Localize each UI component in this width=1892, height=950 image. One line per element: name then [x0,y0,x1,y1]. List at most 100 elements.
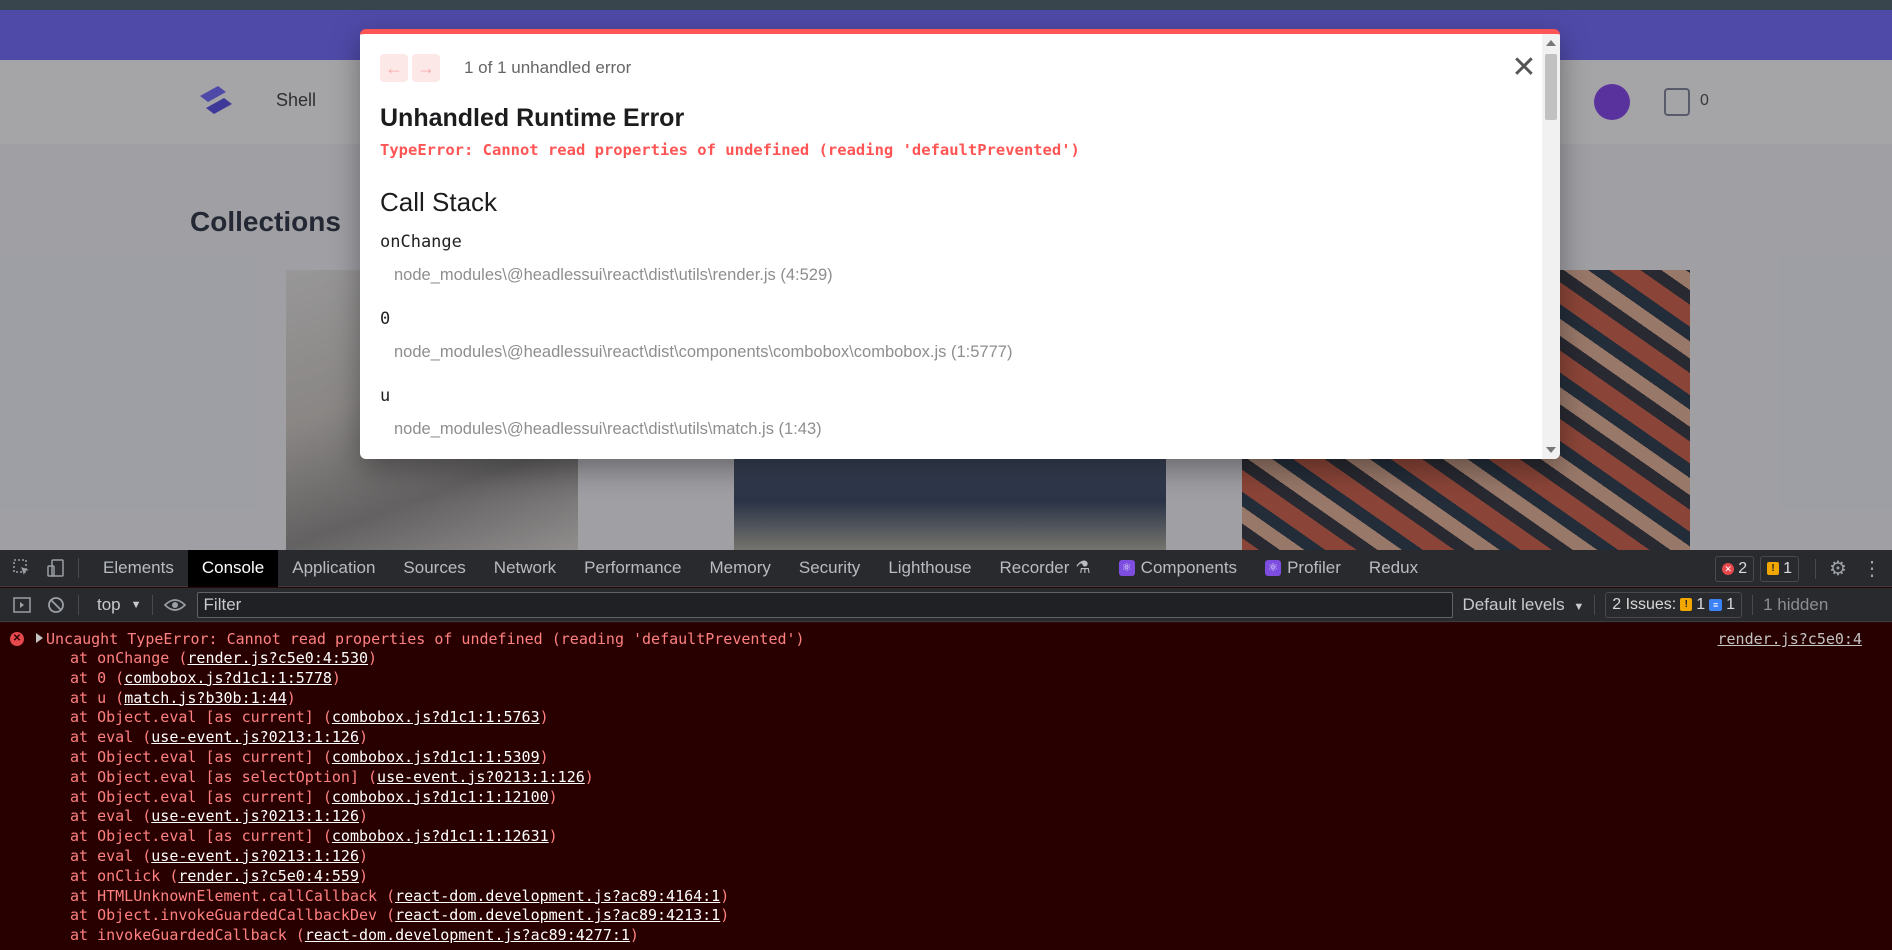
next-error-button[interactable]: → [412,54,440,82]
clear-console-icon[interactable] [44,593,68,617]
stack-source-link[interactable]: use-event.js?0213:1:126 [151,807,359,825]
scroll-up-arrow-icon[interactable] [1546,40,1556,46]
log-levels-dropdown[interactable]: Default levels ▼ [1463,595,1585,615]
tab-redux[interactable]: Redux [1355,550,1432,587]
stack-source-link[interactable]: combobox.js?d1c1:1:5778 [124,669,332,687]
tab-security[interactable]: Security [785,550,874,587]
tab-console[interactable]: Console [187,549,279,587]
tab-recorder-label: Recorder [999,558,1070,577]
stack-frame-text: at Object.eval [as current] ( [70,827,332,846]
stack-frame-close: ) [359,728,369,747]
stack-source-link[interactable]: use-event.js?0213:1:126 [377,768,585,786]
warning-count-badge[interactable]: ! 1 [1760,555,1799,582]
stack-frame-close: ) [539,708,549,727]
stack-source-link[interactable]: react-dom.development.js?ac89:4164:1 [395,887,720,905]
tab-memory[interactable]: Memory [695,550,784,587]
more-options-icon[interactable]: ⋮ [1860,557,1884,581]
stack-trace-line: at eval (use-event.js?0213:1:126) [70,728,1892,748]
expand-triangle-icon[interactable] [36,633,43,643]
close-overlay-button[interactable]: ✕ [1508,52,1540,84]
chevron-down-icon: ▼ [130,598,142,611]
console-output: ✕ Uncaught TypeError: Cannot read proper… [0,623,1892,950]
gear-icon[interactable]: ⚙ [1826,557,1850,581]
toolbar-divider [1752,594,1754,615]
stack-frame-close: ) [720,886,730,905]
tab-lighthouse[interactable]: Lighthouse [874,550,985,587]
call-stack-frame[interactable]: u node_modules\@headlessui\react\dist\ut… [380,386,1522,439]
warning-icon: ! [1767,562,1780,575]
stack-source-link[interactable]: render.js?c5e0:4:559 [178,867,359,885]
tab-network[interactable]: Network [480,550,570,587]
stack-source-link[interactable]: react-dom.development.js?ac89:4277:1 [305,926,630,944]
issues-button[interactable]: 2 Issues: ! 1 ≡ 1 [1605,591,1743,618]
stack-source-link[interactable]: combobox.js?d1c1:1:5763 [332,708,540,726]
toolbar-divider [1594,594,1596,615]
tab-profiler[interactable]: ⚛ Profiler [1251,550,1355,587]
call-stack-frame[interactable]: onChange node_modules\@headlessui\react\… [380,232,1522,285]
frame-file-path[interactable]: node_modules\@headlessui\react\dist\util… [394,266,1522,285]
error-icon: ✕ [1722,562,1735,575]
stack-source-link[interactable]: match.js?b30b:1:44 [124,689,287,707]
stack-frame-text: at Object.eval [as current] ( [70,787,332,806]
tab-sources[interactable]: Sources [389,550,479,587]
tab-elements[interactable]: Elements [89,550,188,587]
stack-source-link[interactable]: combobox.js?d1c1:1:12631 [332,827,549,845]
show-sidebar-icon[interactable] [10,593,34,617]
hidden-messages-count: 1 hidden [1763,594,1829,614]
stack-source-link[interactable]: combobox.js?d1c1:1:12100 [332,788,549,806]
stack-frame-close: ) [286,688,296,707]
stack-frame-close: ) [629,926,639,945]
tab-components[interactable]: ⚛ Components [1105,550,1251,587]
stack-source-link[interactable]: render.js?c5e0:4:530 [187,649,368,667]
console-error-entry[interactable]: ✕ Uncaught TypeError: Cannot read proper… [0,629,1892,649]
info-message-icon: ≡ [1709,598,1723,611]
stack-frame-close: ) [359,807,369,826]
context-selector[interactable]: top ▼ [97,595,142,615]
error-message: TypeError: Cannot read properties of und… [380,141,1080,159]
scroll-thumb[interactable] [1545,54,1557,120]
frame-file-path[interactable]: node_modules\@headlessui\react\dist\comp… [394,343,1522,362]
stack-trace-line: at Object.eval [as current] (combobox.js… [70,708,1892,728]
stack-frame-close: ) [331,668,341,687]
error-count-badge[interactable]: ✕ 2 [1715,555,1755,582]
stack-frame-text: at eval ( [70,807,152,826]
stack-frame-close: ) [359,846,369,865]
error-stack-trace: at onChange (render.js?c5e0:4:530) at 0 (… [0,649,1892,946]
stack-frame-text: at 0 ( [70,668,125,687]
call-stack-frame[interactable]: 0 node_modules\@headlessui\react\dist\co… [380,309,1522,362]
toolbar-divider [151,594,153,615]
tab-components-label: Components [1140,558,1238,577]
stack-source-link[interactable]: use-event.js?0213:1:126 [151,847,359,865]
live-expression-eye-icon[interactable] [163,593,187,617]
inspect-element-icon[interactable] [10,556,34,580]
frame-function: 0 [380,309,391,329]
stack-trace-line: at HTMLUnknownElement.callCallback (reac… [70,887,1892,907]
tab-recorder[interactable]: Recorder ⚗ [986,550,1105,587]
stack-frame-text: at u ( [70,688,125,707]
stack-source-link[interactable]: combobox.js?d1c1:1:5309 [332,748,540,766]
stack-frame-close: ) [720,906,730,925]
device-toolbar-icon[interactable] [44,556,68,580]
tab-performance[interactable]: Performance [570,550,695,587]
error-icon: ✕ [10,632,24,646]
warning-count: 1 [1783,559,1792,577]
context-label: top [97,594,121,614]
flask-icon: ⚗ [1075,558,1091,577]
previous-error-button[interactable]: ← [380,54,408,82]
warning-icon: ! [1680,598,1693,611]
stack-source-link[interactable]: use-event.js?0213:1:126 [151,728,359,746]
frame-file-path[interactable]: node_modules\@headlessui\react\dist\util… [394,420,1522,439]
error-source-link[interactable]: render.js?c5e0:4 [1718,630,1863,648]
scroll-down-arrow-icon[interactable] [1546,447,1556,453]
stack-trace-line: at Object.eval [as current] (combobox.js… [70,827,1892,847]
stack-frame-text: at onChange ( [70,649,188,667]
stack-trace-line: at onChange (render.js?c5e0:4:530) [70,649,1892,669]
console-filter-input[interactable] [196,591,1453,618]
tab-application[interactable]: Application [278,550,389,587]
stack-frame-close: ) [359,866,369,885]
stack-source-link[interactable]: react-dom.development.js?ac89:4213:1 [395,906,720,924]
stack-frame-text: at eval ( [70,846,152,865]
stack-trace-line: at Object.eval [as current] (combobox.js… [70,788,1892,808]
stack-trace-line: at Object.eval [as current] (combobox.js… [70,748,1892,768]
dialog-scrollbar[interactable] [1542,34,1560,459]
